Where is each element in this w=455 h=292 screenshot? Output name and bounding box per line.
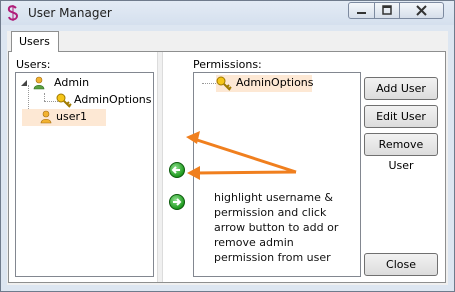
annotation-text: highlight username & permission and clic…	[214, 191, 339, 264]
close-icon	[416, 5, 427, 16]
users-tree[interactable]: Admin AdminOptions user1	[15, 72, 154, 277]
tab-users[interactable]: Users	[11, 31, 59, 52]
close-window-button[interactable]	[399, 2, 444, 19]
tab-users-label: Users	[19, 35, 50, 48]
remove-permission-arrow-button[interactable]	[169, 194, 185, 210]
arrow-right-icon	[173, 198, 182, 206]
user-admin-icon	[33, 76, 45, 90]
permissions-label: Permissions:	[193, 58, 262, 71]
minimize-button[interactable]	[348, 2, 375, 19]
add-permission-arrow-button[interactable]	[169, 162, 185, 178]
collapse-icon[interactable]	[20, 79, 28, 87]
key-icon	[56, 93, 72, 108]
user-icon	[40, 110, 52, 124]
app-logo-icon	[7, 5, 19, 21]
remove-user-button[interactable]: Remove User	[364, 133, 438, 172]
close-button[interactable]: Close	[364, 253, 438, 276]
tree-node-adminoptions[interactable]: AdminOptions	[74, 92, 152, 108]
tree-node-admin[interactable]: Admin	[54, 75, 89, 91]
arrow-left-icon	[171, 166, 180, 174]
title-bar[interactable]: User Manager	[1, 1, 454, 25]
tree-node-user1[interactable]: user1	[56, 109, 87, 125]
maximize-button[interactable]	[374, 2, 400, 19]
add-user-button[interactable]: Add User	[364, 77, 438, 100]
maximize-icon	[382, 5, 392, 15]
key-icon	[216, 76, 232, 91]
permission-item[interactable]: AdminOptions	[236, 75, 314, 91]
edit-user-button[interactable]: Edit User	[364, 105, 438, 128]
users-label: Users:	[16, 58, 51, 71]
window-title: User Manager	[28, 6, 112, 20]
minimize-icon	[357, 12, 366, 14]
panel-splitter[interactable]	[157, 52, 163, 282]
